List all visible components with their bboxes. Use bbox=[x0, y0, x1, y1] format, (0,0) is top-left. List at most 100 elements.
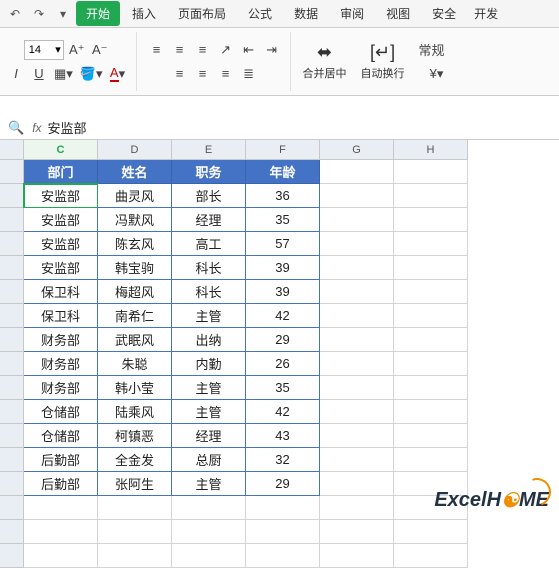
col-header-d[interactable]: D bbox=[98, 140, 172, 160]
qat-dropdown[interactable]: ▾ bbox=[52, 3, 74, 25]
data-cell[interactable]: 梅超风 bbox=[98, 280, 172, 304]
data-cell[interactable]: 陈玄风 bbox=[98, 232, 172, 256]
cell[interactable] bbox=[98, 520, 172, 544]
cell[interactable] bbox=[320, 208, 394, 232]
cell[interactable] bbox=[246, 520, 320, 544]
row-header[interactable] bbox=[0, 280, 24, 304]
cell[interactable] bbox=[24, 544, 98, 568]
tab-data[interactable]: 数据 bbox=[284, 1, 328, 26]
data-cell[interactable]: 柯镇恶 bbox=[98, 424, 172, 448]
data-cell[interactable]: 主管 bbox=[172, 304, 246, 328]
cell[interactable] bbox=[320, 496, 394, 520]
data-cell[interactable]: 仓储部 bbox=[24, 400, 98, 424]
tab-security[interactable]: 安全 bbox=[422, 1, 466, 26]
cell[interactable] bbox=[320, 448, 394, 472]
tab-view[interactable]: 视图 bbox=[376, 1, 420, 26]
data-cell[interactable]: 经理 bbox=[172, 424, 246, 448]
data-cell[interactable]: 29 bbox=[246, 472, 320, 496]
data-cell[interactable]: 36 bbox=[246, 184, 320, 208]
cell[interactable] bbox=[394, 328, 468, 352]
tab-formula[interactable]: 公式 bbox=[238, 1, 282, 26]
cell[interactable] bbox=[98, 496, 172, 520]
row-header[interactable] bbox=[0, 208, 24, 232]
data-cell[interactable]: 财务部 bbox=[24, 328, 98, 352]
align-justify-button[interactable]: ≣ bbox=[239, 64, 259, 84]
undo-button[interactable]: ↶ bbox=[4, 3, 26, 25]
data-cell[interactable]: 冯默风 bbox=[98, 208, 172, 232]
tab-dev[interactable]: 开发 bbox=[468, 1, 504, 26]
data-cell[interactable]: 经理 bbox=[172, 208, 246, 232]
data-cell[interactable]: 科长 bbox=[172, 280, 246, 304]
data-cell[interactable]: 总厨 bbox=[172, 448, 246, 472]
select-all-corner[interactable] bbox=[0, 140, 24, 160]
data-cell[interactable]: 35 bbox=[246, 208, 320, 232]
cell[interactable] bbox=[320, 256, 394, 280]
data-cell[interactable]: 安监部 bbox=[24, 184, 98, 208]
cell[interactable] bbox=[394, 520, 468, 544]
cell[interactable] bbox=[394, 544, 468, 568]
col-header-g[interactable]: G bbox=[320, 140, 394, 160]
row-header[interactable] bbox=[0, 376, 24, 400]
row-header[interactable] bbox=[0, 328, 24, 352]
data-cell[interactable]: 主管 bbox=[172, 400, 246, 424]
cell[interactable] bbox=[394, 496, 468, 520]
data-cell[interactable]: 43 bbox=[246, 424, 320, 448]
data-cell[interactable]: 曲灵风 bbox=[98, 184, 172, 208]
row-header[interactable] bbox=[0, 520, 24, 544]
shrink-font-button[interactable]: A⁻ bbox=[90, 40, 110, 60]
cell[interactable] bbox=[394, 400, 468, 424]
tab-layout[interactable]: 页面布局 bbox=[168, 1, 236, 26]
row-header[interactable] bbox=[0, 400, 24, 424]
grow-font-button[interactable]: A⁺ bbox=[67, 40, 87, 60]
function-wizard-icon[interactable]: 🔍 bbox=[6, 118, 26, 138]
wrap-text-button[interactable]: [↵] 自动换行 bbox=[359, 42, 407, 81]
cell[interactable] bbox=[394, 352, 468, 376]
row-header[interactable] bbox=[0, 352, 24, 376]
cell[interactable] bbox=[320, 520, 394, 544]
data-cell[interactable]: 陆乘风 bbox=[98, 400, 172, 424]
row-header[interactable] bbox=[0, 232, 24, 256]
cell[interactable] bbox=[394, 448, 468, 472]
sheet-grid[interactable]: C D E F G H 部门 姓名 职务 年龄 安监部曲灵风部长36安监部冯默风… bbox=[0, 140, 559, 568]
cell[interactable] bbox=[24, 520, 98, 544]
align-middle-button[interactable]: ≡ bbox=[170, 40, 190, 60]
data-cell[interactable]: 张阿生 bbox=[98, 472, 172, 496]
underline-button[interactable]: U bbox=[29, 64, 49, 84]
cell[interactable] bbox=[172, 496, 246, 520]
cell[interactable] bbox=[246, 496, 320, 520]
col-header-c[interactable]: C bbox=[24, 140, 98, 160]
cell[interactable] bbox=[320, 232, 394, 256]
cell[interactable] bbox=[24, 496, 98, 520]
header-dept[interactable]: 部门 bbox=[24, 160, 98, 184]
redo-button[interactable]: ↷ bbox=[28, 3, 50, 25]
cell[interactable] bbox=[394, 256, 468, 280]
fx-icon[interactable]: fx bbox=[32, 121, 41, 135]
col-header-h[interactable]: H bbox=[394, 140, 468, 160]
cell[interactable] bbox=[320, 400, 394, 424]
header-name[interactable]: 姓名 bbox=[98, 160, 172, 184]
align-top-button[interactable]: ≡ bbox=[147, 40, 167, 60]
row-header[interactable] bbox=[0, 496, 24, 520]
cell[interactable] bbox=[394, 424, 468, 448]
data-cell[interactable]: 韩宝驹 bbox=[98, 256, 172, 280]
align-right-button[interactable]: ≡ bbox=[216, 64, 236, 84]
data-cell[interactable]: 主管 bbox=[172, 376, 246, 400]
data-cell[interactable]: 29 bbox=[246, 328, 320, 352]
data-cell[interactable]: 32 bbox=[246, 448, 320, 472]
data-cell[interactable]: 财务部 bbox=[24, 352, 98, 376]
cell[interactable] bbox=[246, 544, 320, 568]
cell[interactable] bbox=[320, 352, 394, 376]
col-header-e[interactable]: E bbox=[172, 140, 246, 160]
cell[interactable] bbox=[320, 160, 394, 184]
data-cell[interactable]: 安监部 bbox=[24, 208, 98, 232]
row-header[interactable] bbox=[0, 448, 24, 472]
orientation-button[interactable]: ↗ bbox=[216, 40, 236, 60]
row-header[interactable] bbox=[0, 304, 24, 328]
cell[interactable] bbox=[394, 280, 468, 304]
number-format-select[interactable]: 常规 bbox=[417, 40, 457, 60]
data-cell[interactable]: 后勤部 bbox=[24, 448, 98, 472]
cell[interactable] bbox=[320, 376, 394, 400]
cell[interactable] bbox=[320, 472, 394, 496]
border-button[interactable]: ▦▾ bbox=[52, 64, 75, 84]
data-cell[interactable]: 出纳 bbox=[172, 328, 246, 352]
